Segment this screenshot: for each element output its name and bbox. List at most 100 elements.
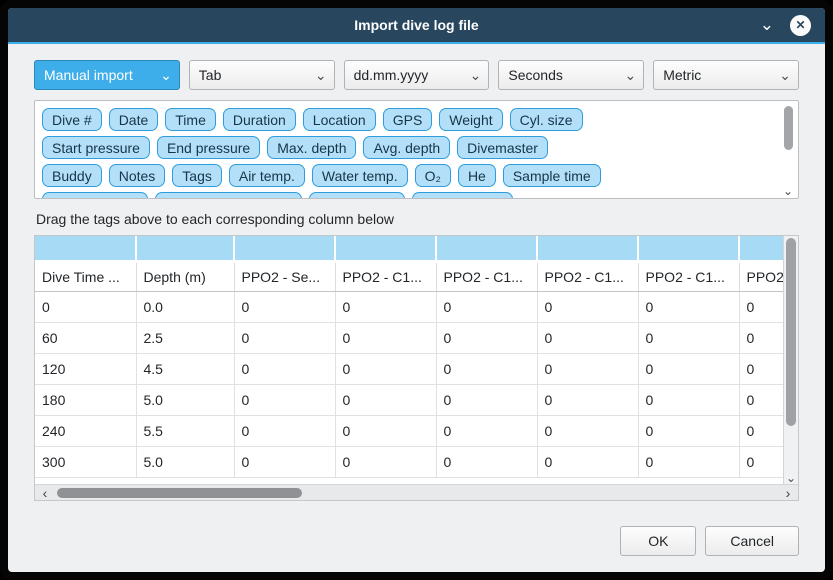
drag-tag[interactable]: Water temp. — [312, 164, 408, 187]
cancel-button[interactable]: Cancel — [705, 526, 799, 556]
tag-pool-vertical-scrollbar[interactable]: ⌄ — [781, 104, 795, 195]
table-row: 300 5.0 0 0 0 0 0 0 — [35, 446, 783, 477]
scroll-down-icon[interactable]: ⌄ — [783, 187, 793, 195]
table-horizontal-scrollbar[interactable]: ‹ › — [35, 484, 798, 500]
table-cell: 0 — [537, 415, 638, 446]
scroll-right-icon[interactable]: › — [782, 487, 794, 499]
drag-tag[interactable]: Sample CNS — [412, 192, 513, 199]
import-options-row: Manual import ⌄ Tab ⌄ dd.mm.yyyy ⌄ Secon… — [34, 60, 799, 90]
table-cell: 0 — [436, 291, 537, 322]
table-row: 240 5.5 0 0 0 0 0 0 — [35, 415, 783, 446]
column-drop-target[interactable] — [739, 236, 783, 261]
field-separator-select[interactable]: Tab ⌄ — [189, 60, 335, 90]
drag-tag[interactable]: Buddy — [42, 164, 102, 187]
drag-instruction-label: Drag the tags above to each correspondin… — [36, 211, 797, 227]
table-row: 180 5.0 0 0 0 0 0 0 — [35, 384, 783, 415]
ok-button[interactable]: OK — [620, 526, 696, 556]
units-select[interactable]: Metric ⌄ — [653, 60, 799, 90]
table-cell: 0 — [436, 384, 537, 415]
table-cell: 0 — [638, 446, 739, 477]
table-cell: 0 — [638, 291, 739, 322]
table-cell: 0 — [234, 353, 335, 384]
drag-tag[interactable]: Dive # — [42, 108, 102, 131]
table-cell: 120 — [35, 353, 136, 384]
combo-value: Metric — [663, 67, 774, 83]
table-cell: 0 — [436, 446, 537, 477]
drag-tag[interactable]: Date — [109, 108, 159, 131]
chevron-down-icon: ⌄ — [160, 71, 172, 79]
column-header: Dive Time ... — [35, 261, 136, 291]
scrollbar-thumb[interactable] — [57, 488, 302, 498]
tag-row: Start pressure End pressure Max. depth A… — [42, 136, 774, 159]
drag-tag[interactable]: Sample time — [503, 164, 601, 187]
drag-tag[interactable]: Sample pO₂ — [309, 192, 404, 199]
table-cell: 0 — [234, 446, 335, 477]
drag-tag[interactable]: Notes — [109, 164, 166, 187]
column-drop-target[interactable] — [234, 236, 335, 261]
column-drop-target[interactable] — [638, 236, 739, 261]
drag-tag[interactable]: Tags — [172, 164, 222, 187]
drag-tag[interactable]: Sample temperature — [155, 192, 302, 199]
drag-tag[interactable]: Max. depth — [267, 136, 356, 159]
drag-tag[interactable]: Time — [165, 108, 216, 131]
table-cell: 5.5 — [136, 415, 234, 446]
drag-tag[interactable]: Cyl. size — [510, 108, 583, 131]
table-cell: 0 — [335, 415, 436, 446]
table-vertical-scrollbar[interactable]: ⌄ — [783, 236, 798, 484]
drag-tag[interactable]: Avg. depth — [363, 136, 450, 159]
column-header: PPO2 - C1... — [335, 261, 436, 291]
column-header: PPO2 - C1... — [537, 261, 638, 291]
dialog-buttons: OK Cancel — [34, 526, 799, 556]
table-cell: 0 — [335, 446, 436, 477]
drag-tag[interactable]: O₂ — [415, 164, 451, 187]
table-cell: 0 — [739, 446, 783, 477]
column-header: PPO2 — [739, 261, 783, 291]
drag-tag[interactable]: Divemaster — [457, 136, 548, 159]
table-cell: 0 — [537, 446, 638, 477]
tag-row: Buddy Notes Tags Air temp. Water temp. O… — [42, 164, 774, 187]
close-icon: ✕ — [795, 18, 805, 32]
table-cell: 180 — [35, 384, 136, 415]
table-cell: 0 — [638, 353, 739, 384]
titlebar[interactable]: Import dive log file ⌄ ✕ — [8, 8, 825, 42]
tag-pool: Dive # Date Time Duration Location GPS W… — [34, 100, 799, 199]
column-drop-target[interactable] — [136, 236, 234, 261]
table-cell: 0 — [234, 415, 335, 446]
table-cell: 0 — [537, 353, 638, 384]
drag-tag[interactable]: Start pressure — [42, 136, 150, 159]
scroll-left-icon[interactable]: ‹ — [39, 487, 51, 499]
column-header: PPO2 - C1... — [638, 261, 739, 291]
drag-tag[interactable]: Sample depth — [42, 192, 148, 199]
column-drop-target[interactable] — [436, 236, 537, 261]
drag-tag[interactable]: He — [458, 164, 496, 187]
drag-tag[interactable]: Air temp. — [229, 164, 305, 187]
table-cell: 0 — [234, 322, 335, 353]
scrollbar-thumb[interactable] — [786, 238, 796, 426]
table-cell: 0 — [638, 384, 739, 415]
drag-tag[interactable]: End pressure — [157, 136, 260, 159]
column-drop-target[interactable] — [35, 236, 136, 261]
table-cell: 5.0 — [136, 384, 234, 415]
drag-tag[interactable]: GPS — [383, 108, 433, 131]
table-cell: 240 — [35, 415, 136, 446]
column-drop-target[interactable] — [335, 236, 436, 261]
drag-tag[interactable]: Location — [303, 108, 376, 131]
drag-tag[interactable]: Duration — [223, 108, 296, 131]
chevron-down-icon[interactable]: ⌄ — [760, 20, 774, 30]
table-cell: 60 — [35, 322, 136, 353]
drop-target-row — [35, 236, 783, 261]
drag-tag[interactable]: Weight — [439, 108, 502, 131]
window-frame: Import dive log file ⌄ ✕ Manual import ⌄… — [0, 0, 833, 580]
table-row: 120 4.5 0 0 0 0 0 0 — [35, 353, 783, 384]
date-format-select[interactable]: dd.mm.yyyy ⌄ — [344, 60, 490, 90]
import-type-select[interactable]: Manual import ⌄ — [34, 60, 180, 90]
scroll-down-icon[interactable]: ⌄ — [784, 473, 798, 483]
duration-format-select[interactable]: Seconds ⌄ — [498, 60, 644, 90]
table-cell: 0 — [537, 384, 638, 415]
table-cell: 0 — [35, 291, 136, 322]
scrollbar-thumb[interactable] — [784, 106, 793, 150]
table-cell: 0 — [739, 415, 783, 446]
close-button[interactable]: ✕ — [790, 15, 811, 36]
column-drop-target[interactable] — [537, 236, 638, 261]
table-cell: 0 — [436, 353, 537, 384]
